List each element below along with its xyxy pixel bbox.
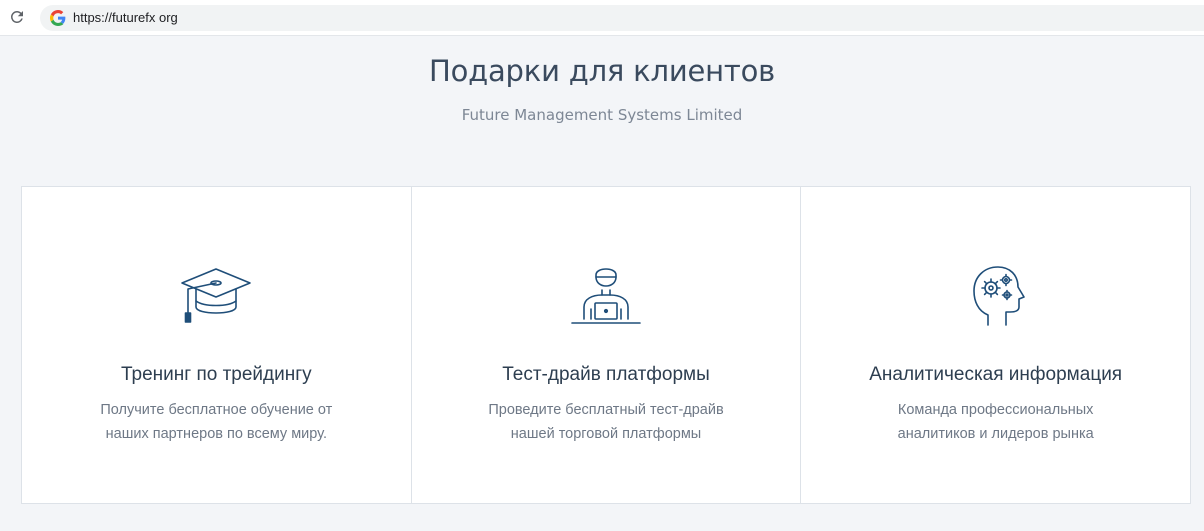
browser-toolbar: https://futurefx org: [0, 0, 1204, 36]
card-description-line: Получите бесплатное обучение от: [100, 402, 333, 418]
page-subtitle: Future Management Systems Limited: [461, 106, 743, 124]
gift-cards: Тренинг по трейдингу Получите бесплатное…: [21, 186, 1191, 504]
card-trading-training: Тренинг по трейдингу Получите бесплатное…: [22, 187, 412, 503]
graduation-cap-icon: [181, 268, 252, 323]
google-icon: [50, 10, 66, 26]
card-description: Команда профессиональных аналитиков и ли…: [801, 398, 1190, 446]
card-title: Тест-драйв платформы: [502, 364, 710, 385]
card-analytics: Аналитическая информация Команда професс…: [801, 187, 1191, 503]
person-laptop-icon: [571, 268, 641, 324]
card-description-line: Проведите бесплатный тест-драйв: [488, 402, 724, 418]
page-title: Подарки для клиентов: [428, 54, 776, 88]
card-description-line: нашей торговой платформы: [510, 426, 702, 442]
card-platform-test-drive: Тест-драйв платформы Проведите бесплатны…: [411, 187, 802, 503]
card-description: Проведите бесплатный тест-драйв нашей то…: [412, 398, 801, 446]
url-text[interactable]: https://futurefx org: [73, 10, 178, 26]
card-description-line: наших партнеров по всему миру.: [105, 426, 327, 442]
head-gears-icon: [972, 266, 1025, 326]
address-bar[interactable]: https://futurefx org: [40, 5, 1204, 31]
card-title: Тренинг по трейдингу: [120, 364, 312, 385]
card-title: Аналитическая информация: [869, 364, 1123, 385]
card-description-line: аналитиков и лидеров рынка: [897, 426, 1094, 442]
reload-icon[interactable]: [8, 8, 26, 26]
card-description-line: Команда профессиональных: [897, 402, 1094, 418]
card-description: Получите бесплатное обучение от наших па…: [22, 398, 411, 446]
